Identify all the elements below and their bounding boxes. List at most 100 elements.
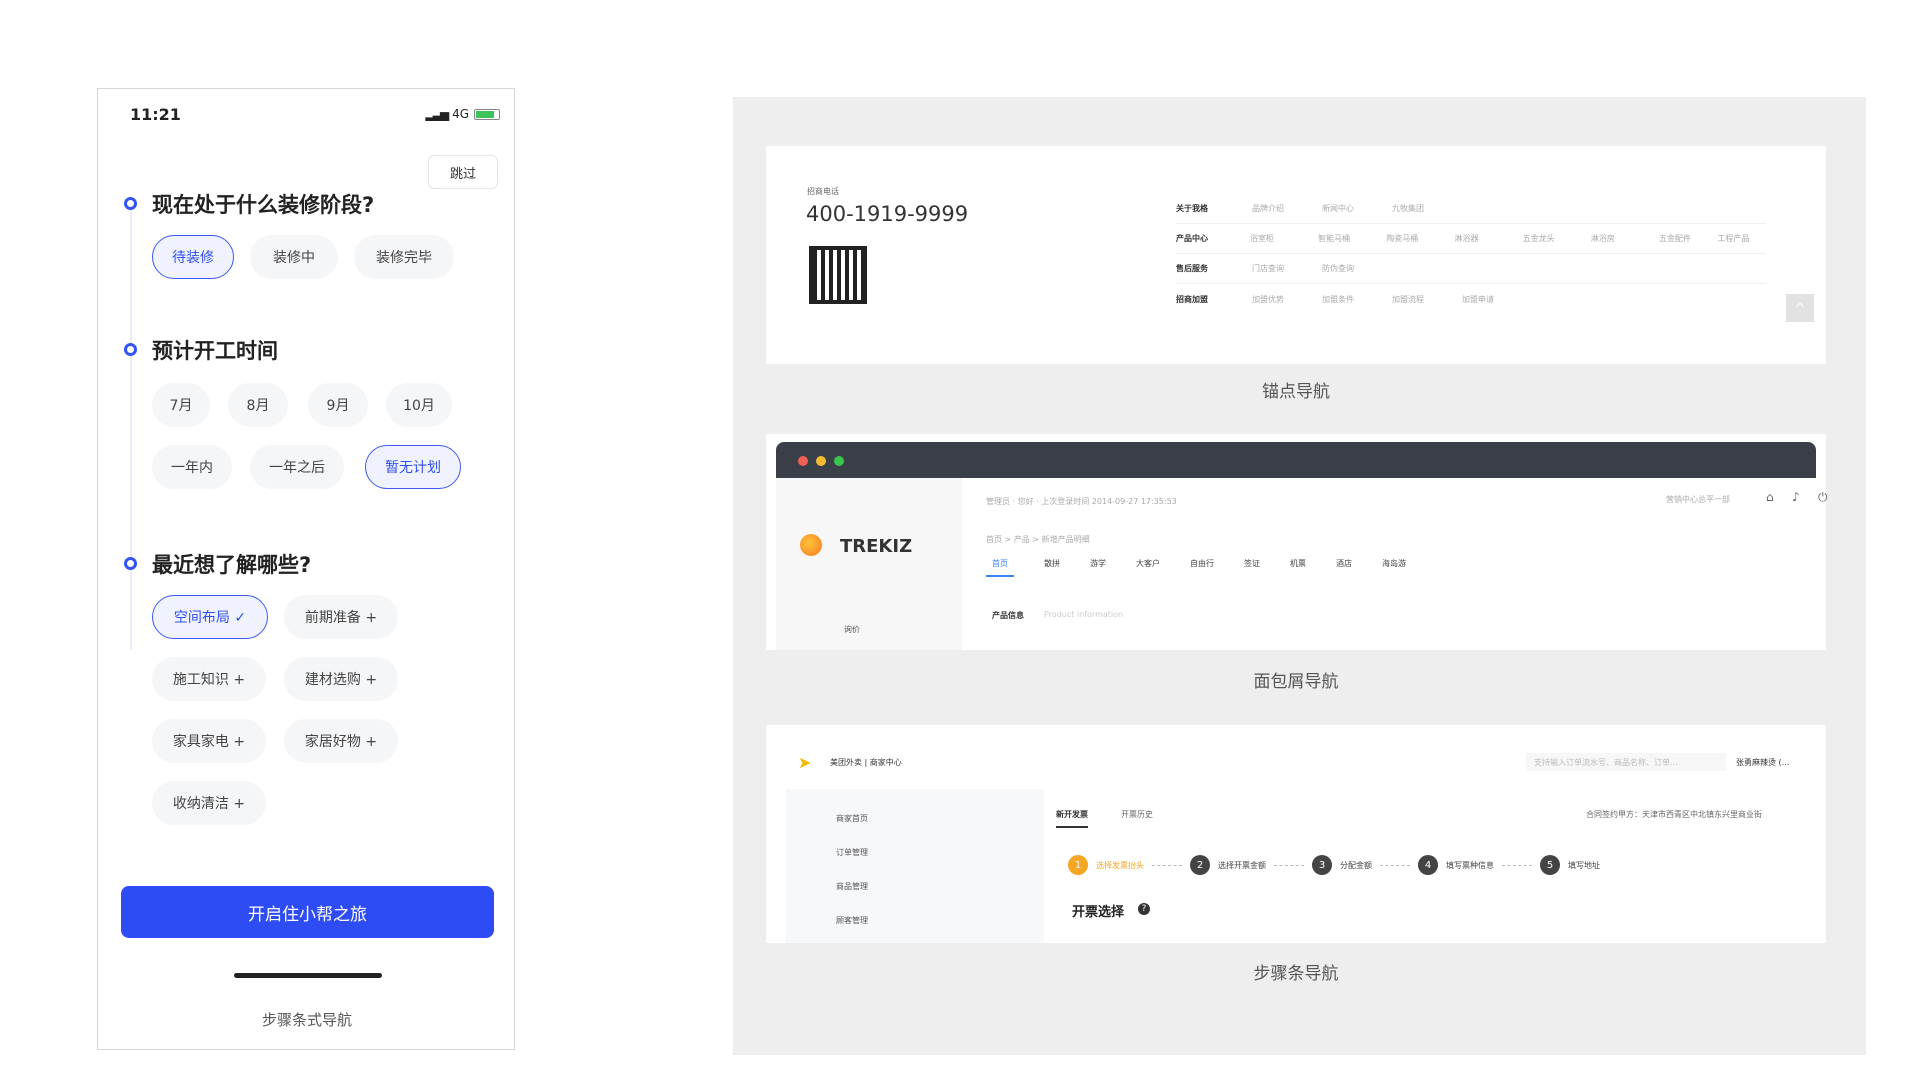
home-icon[interactable]: ⌂ [1766,490,1774,504]
step-dot [124,557,137,570]
anchor-head[interactable]: 关于我格 [1176,203,1252,214]
tab-item[interactable]: 首页 [986,558,1014,577]
tab-item[interactable]: 散拼 [1044,558,1060,577]
start-journey-button[interactable]: 开启住小帮之旅 [121,886,494,938]
brand-title: 美团外卖 | 商家中心 [830,758,902,767]
sidebar-item[interactable]: 商品管理 [836,881,868,892]
minimize-dot-icon[interactable] [816,456,826,466]
tab-invoice-history[interactable]: 开票历史 [1121,809,1153,820]
anchor-head[interactable]: 售后服务 [1176,263,1252,274]
interest-chip[interactable]: 空间布局 ✓ [152,595,268,639]
maximize-dot-icon[interactable] [834,456,844,466]
step-bar: 1 选择发票抬头 2 选择开票金额 3 分配金额 4 填写票种信息 5 填写地址 [1068,855,1600,875]
brand-logo: TREKIZ [840,536,913,557]
anchor-link[interactable]: 五金配件 [1659,233,1717,244]
window-titlebar [776,442,1816,478]
tab-item[interactable]: 海岛游 [1382,558,1406,577]
section-subtitle: Product information [1044,610,1124,619]
step-label[interactable]: 填写票种信息 [1446,860,1494,871]
skip-button[interactable]: 跳过 [428,155,498,189]
anchor-link[interactable]: 陶瓷马桶 [1386,233,1454,244]
tab-item[interactable]: 酒店 [1336,558,1352,577]
option-chip[interactable]: 装修中 [250,235,338,279]
anchor-link[interactable]: 加盟流程 [1392,294,1462,305]
option-chip[interactable]: 一年之后 [250,445,344,489]
tab-item[interactable]: 自由行 [1190,558,1214,577]
caption-steps-nav: 步骤条导航 [1253,964,1339,984]
anchor-link[interactable]: 工程产品 [1717,233,1766,244]
contract-info: 合同签约甲方：天津市西青区中北镇东兴里商业街 [1586,810,1762,819]
side-menu-item[interactable]: 询价 [844,624,860,635]
anchor-link[interactable]: 新闻中心 [1322,203,1392,214]
sidebar-item[interactable]: 商家首页 [836,813,868,824]
anchor-nav-card: 招商电话 400-1919-9999 关于我格 品牌介绍 新闻中心 九牧集团 产… [766,146,1826,364]
question-title: 最近想了解哪些? [152,553,312,577]
qr-code-icon [806,243,870,307]
interest-chip[interactable]: 施工知识 + [152,657,266,701]
steps-nav-card: ➤ 美团外卖 | 商家中心 支持输入订单流水号、商品名称、订单... 张勇麻辣烫… [766,725,1826,943]
status-time: 11:21 [130,105,181,124]
step-label[interactable]: 选择开票金额 [1218,860,1266,871]
option-chip[interactable]: 待装修 [152,235,234,279]
interest-chip[interactable]: 建材选购 + [284,657,398,701]
caption-anchor-nav: 锚点导航 [1262,382,1330,402]
interest-chip[interactable]: 家具家电 + [152,719,266,763]
account-name[interactable]: 张勇麻辣烫 (... [1736,757,1789,768]
step-label[interactable]: 分配金额 [1340,860,1372,871]
anchor-link[interactable]: 九牧集团 [1392,203,1462,214]
invoice-choice-title: 开票选择 [1072,905,1125,920]
tab-item[interactable]: 大客户 [1136,558,1160,577]
option-chip[interactable]: 7月 [152,383,210,427]
tab-item[interactable]: 签证 [1244,558,1260,577]
sidebar-item[interactable]: 顾客管理 [836,915,868,926]
bell-icon[interactable]: ♪ [1792,490,1800,504]
battery-icon [474,108,500,120]
anchor-head[interactable]: 产品中心 [1176,233,1250,244]
step-label[interactable]: 填写地址 [1568,860,1600,871]
breadcrumb[interactable]: 首页 > 产品 > 新增产品明细 [986,534,1090,545]
interest-chip[interactable]: 收纳清洁 + [152,781,266,825]
interest-chip[interactable]: 前期准备 + [284,595,398,639]
home-indicator [234,973,382,978]
sidebar-item[interactable]: 订单管理 [836,847,868,858]
anchor-head[interactable]: 招商加盟 [1176,294,1252,305]
option-chip[interactable]: 8月 [228,383,288,427]
anchor-link[interactable]: 五金龙头 [1523,233,1591,244]
close-dot-icon[interactable] [798,456,808,466]
nav-examples-panel: 招商电话 400-1919-9999 关于我格 品牌介绍 新闻中心 九牧集团 产… [733,97,1866,1055]
tab-new-invoice[interactable]: 新开发票 [1056,809,1088,828]
interest-chip[interactable]: 家居好物 + [284,719,398,763]
anchor-link[interactable]: 淋浴房 [1591,233,1659,244]
help-icon[interactable]: ? [1138,903,1150,915]
department-select[interactable]: 营销中心总平一部 [1666,494,1730,505]
search-input[interactable]: 支持输入订单流水号、商品名称、订单... [1526,753,1726,771]
caption-step-nav: 步骤条式导航 [261,1011,352,1029]
anchor-link[interactable]: 浴室柜 [1250,233,1318,244]
power-icon[interactable]: ⏻ [1818,490,1828,505]
tab-item[interactable]: 机票 [1290,558,1306,577]
step-label[interactable]: 选择发票抬头 [1096,860,1144,871]
question-title: 现在处于什么装修阶段? [152,193,375,217]
anchor-link[interactable]: 门店查询 [1252,263,1322,274]
anchor-link[interactable]: 品牌介绍 [1252,203,1322,214]
product-tabs: 首页 散拼 游学 大客户 自由行 签证 机票 酒店 海岛游 [986,558,1406,577]
question-title: 预计开工时间 [152,339,278,363]
signal-icon: ▂▃▅ [425,107,449,121]
tab-item[interactable]: 游学 [1090,558,1106,577]
hotline-number: 400-1919-9999 [806,202,969,226]
option-chip[interactable]: 9月 [308,383,368,427]
option-chip[interactable]: 10月 [386,383,452,427]
anchor-link[interactable]: 加盟条件 [1322,294,1392,305]
back-to-top-icon[interactable]: ^ [1786,294,1814,322]
option-chip[interactable]: 一年内 [152,445,232,489]
step-dot [124,197,137,210]
anchor-link[interactable]: 加盟优势 [1252,294,1322,305]
anchor-link[interactable]: 防伪查询 [1322,263,1392,274]
breadcrumb-nav-card: TREKIZ 询价 管理员 · 您好 · 上次登录时间 2014-09-27 1… [766,434,1828,650]
option-chip[interactable]: 装修完毕 [354,235,454,279]
anchor-link[interactable]: 加盟申请 [1462,294,1532,305]
anchor-link[interactable]: 智能马桶 [1318,233,1386,244]
side-panel: TREKIZ 询价 [776,478,962,650]
anchor-link[interactable]: 淋浴器 [1454,233,1522,244]
option-chip[interactable]: 暂无计划 [365,445,461,489]
